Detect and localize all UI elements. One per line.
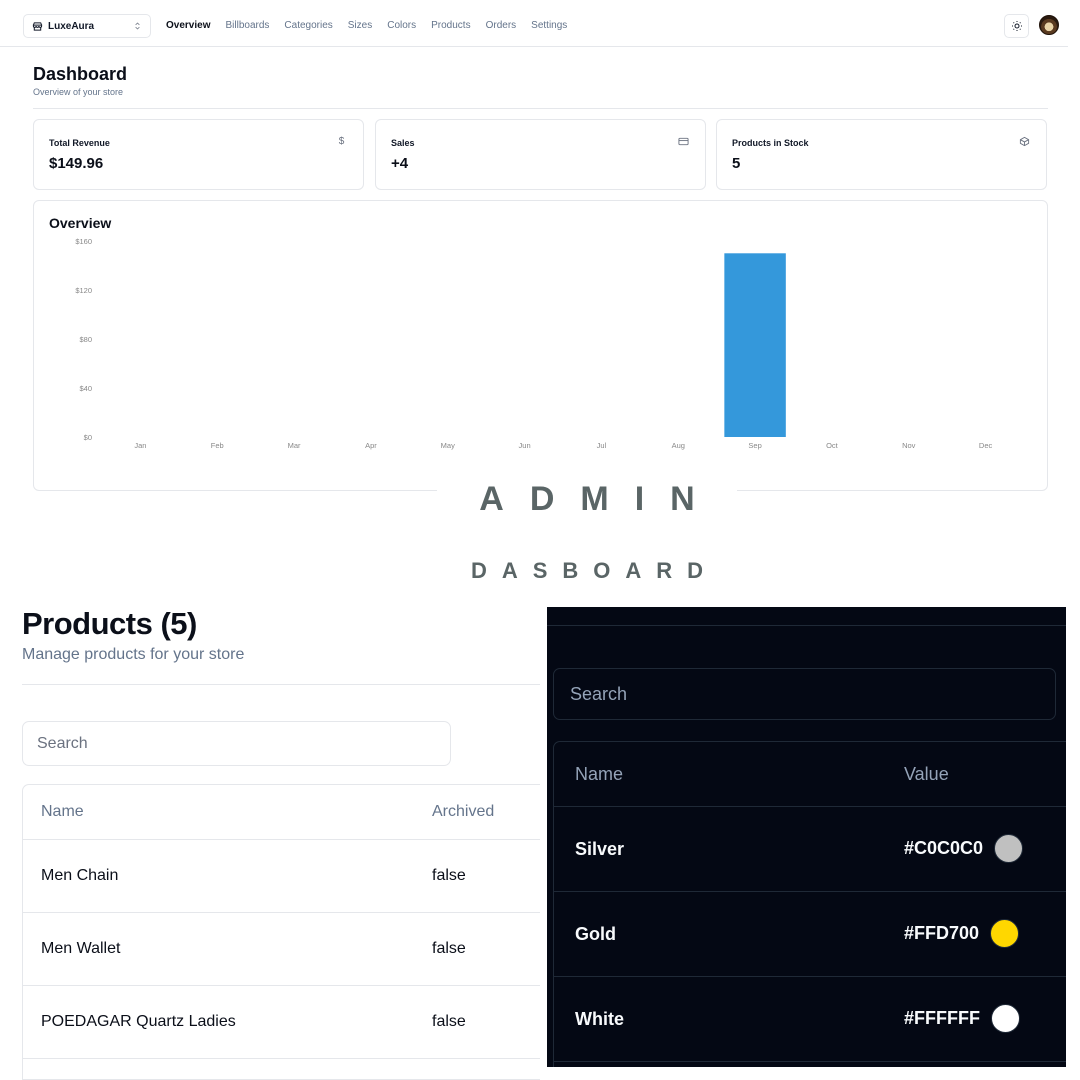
products-table: Name Archived Men Chain false Men Wallet… bbox=[22, 784, 540, 1080]
stat-value: +4 bbox=[391, 155, 409, 172]
table-row[interactable]: Men Chain false bbox=[23, 840, 540, 913]
nav-billboards[interactable]: Billboards bbox=[225, 20, 269, 31]
color-name: Silver bbox=[575, 839, 625, 859]
products-title: Products (5) bbox=[22, 606, 197, 641]
color-swatch bbox=[994, 834, 1024, 863]
colors-table: Name Value Silver #C0C0C0 Gold #FFD700 W… bbox=[553, 741, 1066, 1067]
stat-label: Sales bbox=[391, 138, 415, 148]
credit-card-icon bbox=[678, 137, 689, 146]
stat-label: Products in Stock bbox=[732, 138, 809, 148]
x-tick-label: Feb bbox=[211, 441, 224, 450]
banner: ADMIN DASBOARD bbox=[437, 470, 737, 610]
color-value: #FFD700 bbox=[904, 919, 1020, 948]
color-swatch bbox=[990, 919, 1020, 948]
products-subtitle: Manage products for your store bbox=[22, 646, 245, 663]
x-tick-label: Dec bbox=[979, 441, 993, 450]
y-tick-label: $40 bbox=[79, 384, 92, 393]
main-nav: Overview Billboards Categories Sizes Col… bbox=[166, 20, 582, 31]
divider bbox=[547, 625, 1066, 626]
product-name: POEDAGAR Quartz Ladies bbox=[41, 1013, 236, 1030]
x-tick-label: May bbox=[441, 441, 455, 450]
banner-title: ADMIN bbox=[479, 480, 721, 518]
stat-value: $149.96 bbox=[49, 155, 104, 172]
column-header-name[interactable]: Name bbox=[575, 764, 623, 785]
nav-sizes[interactable]: Sizes bbox=[348, 20, 372, 31]
theme-toggle-button[interactable] bbox=[1004, 14, 1029, 38]
nav-settings[interactable]: Settings bbox=[531, 20, 567, 31]
store-name: LuxeAura bbox=[48, 20, 95, 32]
store-icon bbox=[32, 21, 43, 31]
colors-search-input[interactable] bbox=[553, 668, 1056, 720]
table-row[interactable]: Men Wallet false bbox=[23, 913, 540, 986]
stat-card-sales: Sales +4 bbox=[375, 119, 706, 190]
x-tick-label: Nov bbox=[902, 441, 916, 450]
table-header-row: Name Value bbox=[554, 742, 1066, 807]
table-header-row: Name Archived bbox=[23, 785, 540, 840]
page-subtitle: Overview of your store bbox=[33, 87, 124, 97]
products-search-input[interactable] bbox=[22, 721, 451, 766]
product-archived: false bbox=[432, 867, 466, 884]
color-name: Gold bbox=[575, 924, 616, 944]
column-header-archived[interactable]: Archived bbox=[432, 803, 494, 821]
column-header-name[interactable]: Name bbox=[41, 803, 84, 821]
column-header-value[interactable]: Value bbox=[904, 764, 949, 785]
y-tick-label: $160 bbox=[75, 237, 92, 246]
x-tick-label: Jan bbox=[134, 441, 146, 450]
table-row[interactable]: Gold #FFD700 bbox=[554, 892, 1066, 977]
nav-overview[interactable]: Overview bbox=[166, 20, 210, 31]
table-row[interactable]: POEDAGAR Quartz Ladies false bbox=[23, 986, 540, 1059]
top-navbar: LuxeAura Overview Billboards Categories … bbox=[0, 0, 1068, 47]
product-name: Men Wallet bbox=[41, 940, 121, 957]
product-name: Men Chain bbox=[41, 867, 119, 884]
x-tick-label: Apr bbox=[365, 441, 377, 450]
table-row[interactable]: White #FFFFFF bbox=[554, 977, 1066, 1062]
bar-sep bbox=[724, 253, 786, 437]
stat-card-total-revenue: Total Revenue $149.96 $ bbox=[33, 119, 364, 190]
color-value: #C0C0C0 bbox=[904, 834, 1024, 863]
x-tick-label: Jun bbox=[519, 441, 531, 450]
y-tick-label: $0 bbox=[84, 433, 92, 442]
nav-products[interactable]: Products bbox=[431, 20, 470, 31]
product-archived: false bbox=[432, 1013, 466, 1030]
nav-categories[interactable]: Categories bbox=[284, 20, 332, 31]
nav-colors[interactable]: Colors bbox=[387, 20, 416, 31]
color-hex: #FFFFFF bbox=[904, 1008, 980, 1028]
x-tick-label: Sep bbox=[748, 441, 761, 450]
colors-dark-panel: Name Value Silver #C0C0C0 Gold #FFD700 W… bbox=[547, 607, 1066, 1067]
dollar-icon: $ bbox=[338, 136, 345, 147]
x-tick-label: Mar bbox=[288, 441, 301, 450]
color-value: #FFFFFF bbox=[904, 1004, 1020, 1033]
store-switcher[interactable]: LuxeAura bbox=[23, 14, 151, 38]
product-archived: false bbox=[432, 940, 466, 957]
color-hex: #C0C0C0 bbox=[904, 838, 984, 858]
overview-card: Overview $0 $40 $80 $120 $160 Jan Feb Mar Apr May… bbox=[33, 200, 1048, 491]
stat-label: Total Revenue bbox=[49, 138, 110, 148]
x-tick-label: Oct bbox=[826, 441, 839, 450]
chevrons-up-down-icon bbox=[135, 22, 140, 30]
stat-card-products-in-stock: Products in Stock 5 bbox=[716, 119, 1047, 190]
color-name: White bbox=[575, 1009, 624, 1029]
nav-orders[interactable]: Orders bbox=[486, 20, 517, 31]
x-tick-label: Aug bbox=[672, 441, 685, 450]
x-tick-label: Jul bbox=[597, 441, 607, 450]
color-swatch bbox=[990, 1004, 1020, 1033]
divider bbox=[33, 108, 1048, 109]
divider bbox=[22, 684, 540, 685]
user-avatar[interactable] bbox=[1039, 15, 1059, 35]
y-tick-label: $80 bbox=[79, 335, 92, 344]
color-hex: #FFD700 bbox=[904, 923, 980, 943]
revenue-bar-chart: $0 $40 $80 $120 $160 Jan Feb Mar Apr May Jun Jul Aug… bbox=[75, 237, 993, 450]
package-icon bbox=[1019, 136, 1030, 147]
stat-value: 5 bbox=[732, 155, 741, 172]
sun-icon bbox=[1011, 21, 1022, 31]
table-row[interactable]: Silver #C0C0C0 bbox=[554, 807, 1066, 892]
y-tick-label: $120 bbox=[75, 286, 92, 295]
banner-subtitle: DASBOARD bbox=[470, 558, 719, 583]
page-title: Dashboard bbox=[33, 64, 128, 84]
